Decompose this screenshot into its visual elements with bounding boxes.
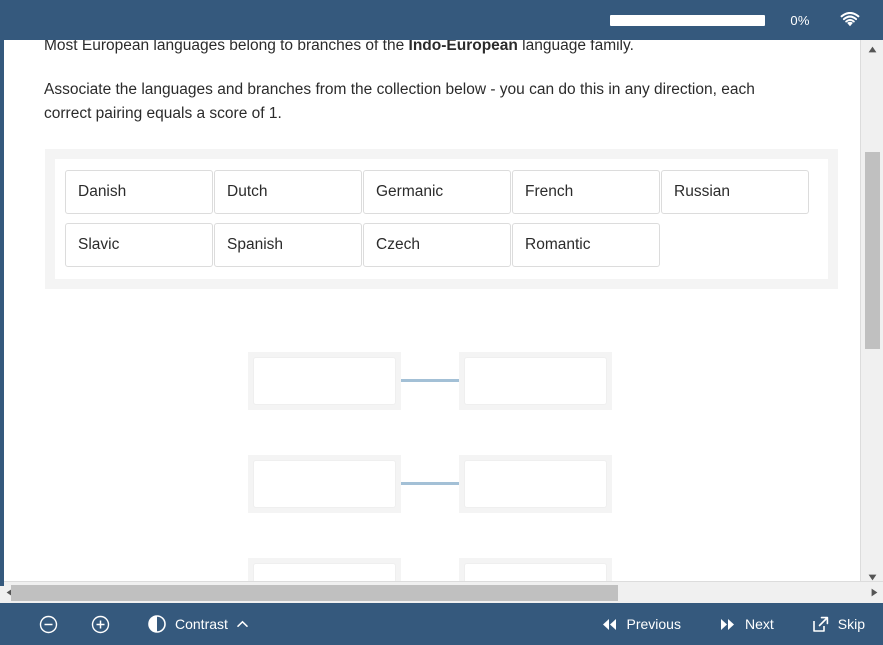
collection-chip[interactable]: Dutch xyxy=(214,170,362,214)
dropzone-right[interactable] xyxy=(459,455,612,513)
collection-inner: Danish Dutch Germanic French Russian Sla… xyxy=(55,159,828,279)
collection-row: Danish Dutch Germanic French Russian xyxy=(65,170,818,214)
collection-chip[interactable]: Czech xyxy=(363,223,511,267)
triangle-right-icon[interactable] xyxy=(865,582,883,603)
pair-connector-line xyxy=(401,379,459,382)
indo-european-term: Indo-European xyxy=(409,40,518,54)
content-scroll-area[interactable]: Most European languages belong to branch… xyxy=(4,40,856,586)
zoom-in-button[interactable] xyxy=(74,615,126,634)
collection-chip[interactable]: Spanish xyxy=(214,223,362,267)
content-inner: Most European languages belong to branch… xyxy=(4,40,856,586)
collection-chip[interactable]: Russian xyxy=(661,170,809,214)
collection-chip[interactable]: Germanic xyxy=(363,170,511,214)
dropzone-left-value xyxy=(253,460,396,508)
previous-button[interactable]: Previous xyxy=(601,616,681,632)
progress-bar-track xyxy=(610,15,765,26)
minus-circle-icon xyxy=(39,615,58,634)
horizontal-scrollbar-thumb[interactable] xyxy=(11,585,618,601)
skip-button[interactable]: Skip xyxy=(812,616,865,633)
dropzone-left-value xyxy=(253,357,396,405)
wifi-icon xyxy=(839,9,861,31)
contrast-half-circle-icon xyxy=(148,615,166,633)
intro-text-prefix: Most European languages belong to branch… xyxy=(44,40,409,54)
collection-panel: Danish Dutch Germanic French Russian Sla… xyxy=(45,149,838,289)
contrast-label: Contrast xyxy=(175,616,228,632)
instruction-paragraph: Associate the languages and branches fro… xyxy=(4,78,816,126)
pair-row xyxy=(4,535,856,586)
plus-circle-icon xyxy=(91,615,110,634)
triangle-up-icon[interactable] xyxy=(861,40,883,58)
vertical-scrollbar[interactable] xyxy=(860,40,883,586)
horizontal-scrollbar[interactable] xyxy=(0,581,883,603)
bottom-toolbar: Contrast Previous xyxy=(0,603,883,645)
collection-chip[interactable]: Romantic xyxy=(512,223,660,267)
collection-chip[interactable]: Slavic xyxy=(65,223,213,267)
vertical-scrollbar-thumb[interactable] xyxy=(865,152,880,349)
toolbar-right-group: Previous Next xyxy=(563,616,883,633)
intro-paragraph: Most European languages belong to branch… xyxy=(4,40,856,58)
dropzone-right-value xyxy=(464,357,607,405)
pairing-area xyxy=(4,329,856,586)
left-edge-accent xyxy=(0,40,4,586)
dropzone-left[interactable] xyxy=(248,352,401,410)
external-link-icon xyxy=(812,616,829,633)
dropzone-left[interactable] xyxy=(248,455,401,513)
toolbar-left-group: Contrast xyxy=(0,615,248,634)
dropzone-right[interactable] xyxy=(459,352,612,410)
double-chevron-left-icon xyxy=(601,618,618,631)
skip-label: Skip xyxy=(838,616,865,632)
intro-text-suffix: language family. xyxy=(518,40,634,54)
pair-row xyxy=(4,329,856,432)
next-button[interactable]: Next xyxy=(719,616,774,632)
dropzone-right-value xyxy=(464,460,607,508)
pair-connector-line xyxy=(401,482,459,485)
chevron-up-icon[interactable] xyxy=(237,620,248,628)
progress-percent-label: 0% xyxy=(783,13,817,28)
top-progress-bar: 0% xyxy=(0,0,883,40)
contrast-button[interactable]: Contrast xyxy=(148,615,248,633)
collection-chip[interactable]: French xyxy=(512,170,660,214)
double-chevron-right-icon xyxy=(719,618,736,631)
collection-row: Slavic Spanish Czech Romantic xyxy=(65,223,818,267)
previous-label: Previous xyxy=(627,616,681,632)
pair-row xyxy=(4,432,856,535)
next-label: Next xyxy=(745,616,774,632)
collection-chip[interactable]: Danish xyxy=(65,170,213,214)
quiz-app: 0% Most European languages belong to bra… xyxy=(0,0,883,645)
zoom-out-button[interactable] xyxy=(22,615,74,634)
